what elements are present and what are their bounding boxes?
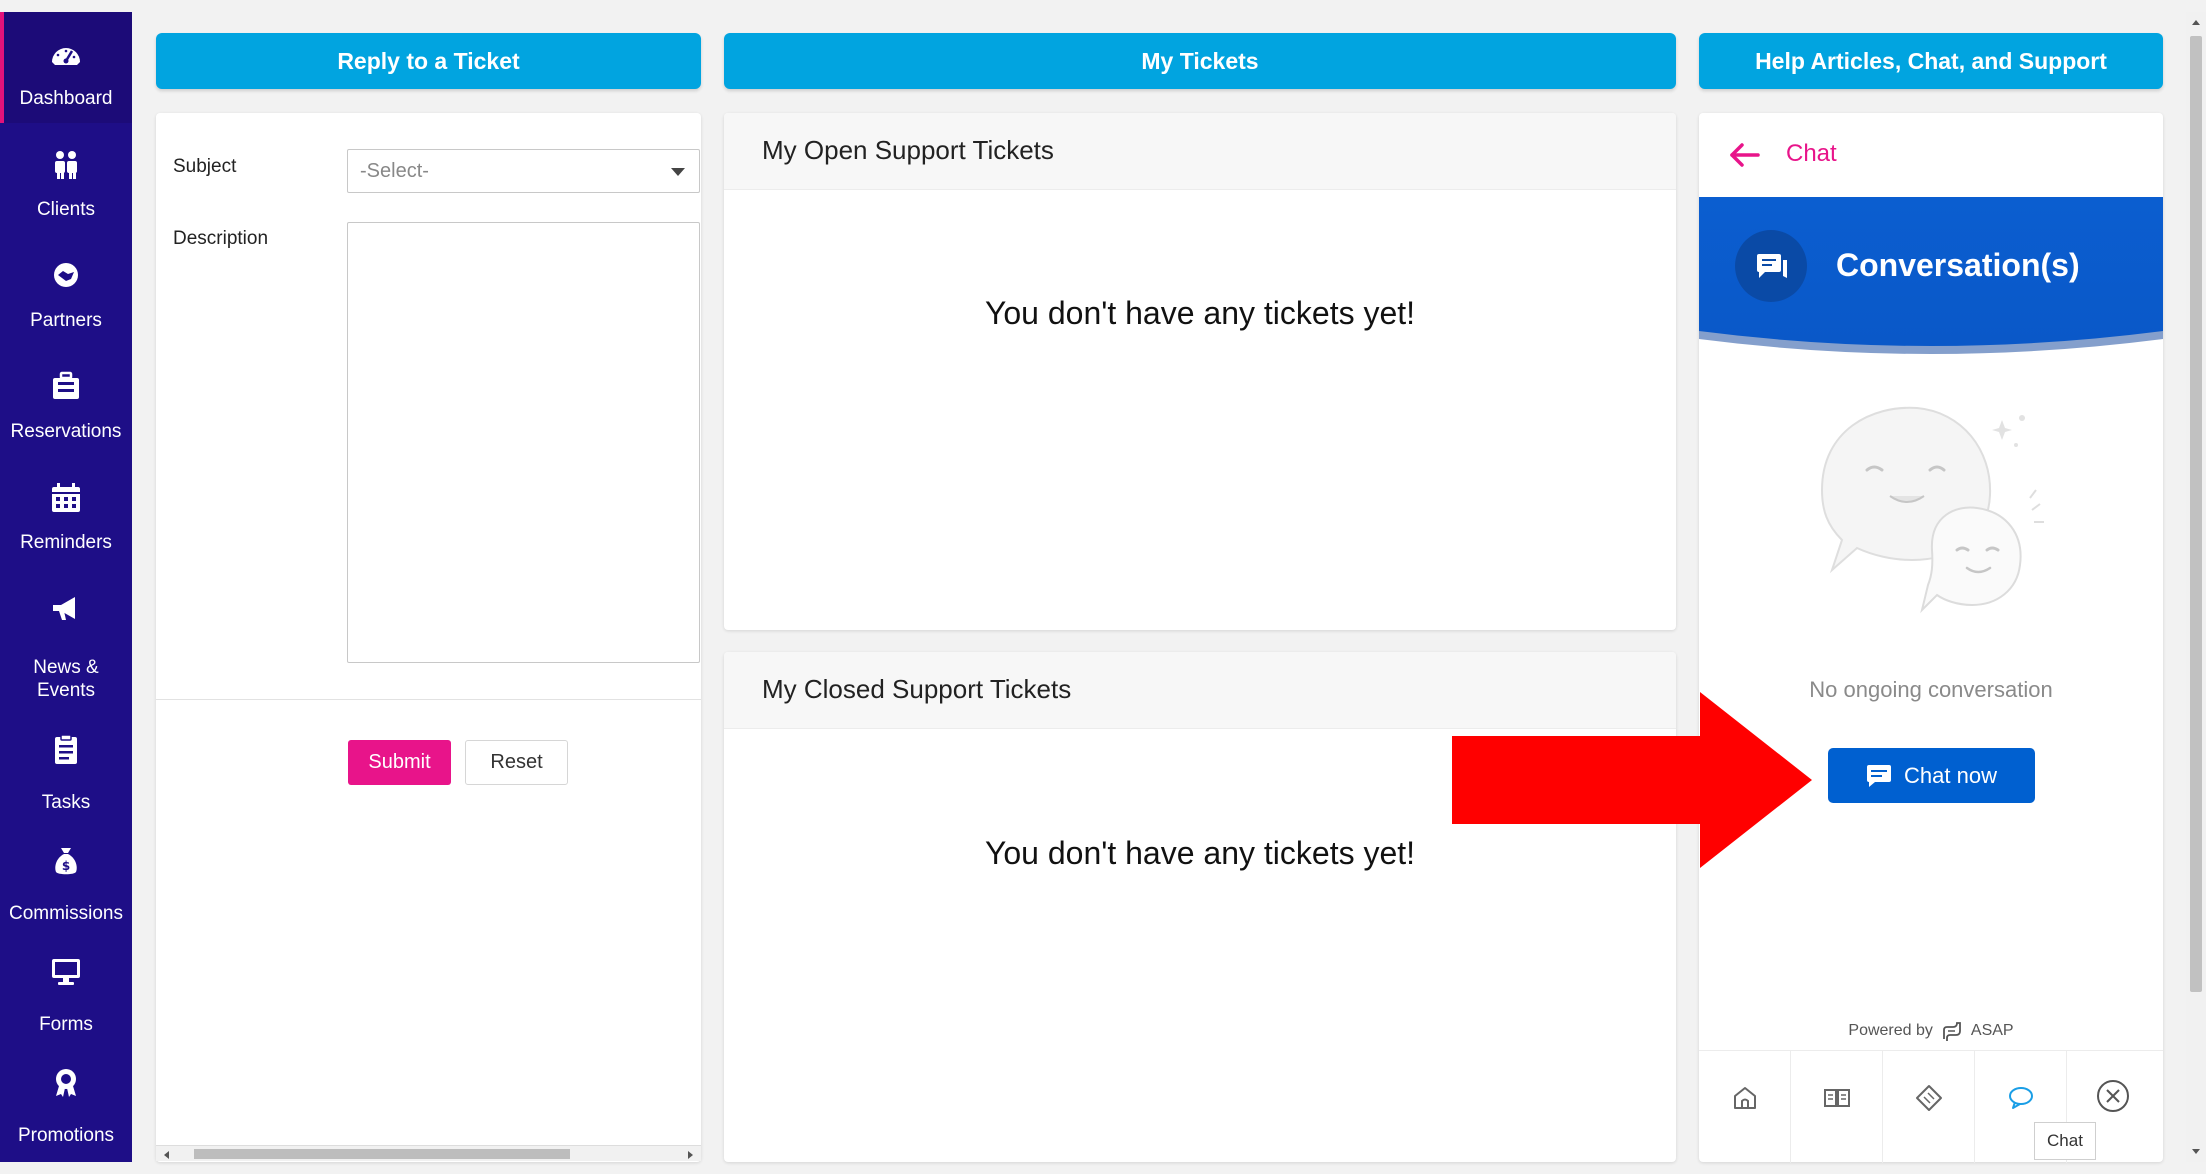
- form-divider: [156, 699, 701, 700]
- sidebar-item-promotions[interactable]: Promotions: [0, 1045, 132, 1156]
- asap-brand: ASAP: [1970, 1022, 2014, 1040]
- award-icon: [56, 1069, 76, 1097]
- sidebar-item-label: Forms: [39, 1014, 93, 1035]
- subject-select[interactable]: -Select-: [347, 149, 700, 193]
- megaphone-icon: [53, 597, 75, 620]
- sidebar-item-tasks[interactable]: Tasks: [0, 712, 132, 823]
- suitcase-icon: [53, 371, 79, 399]
- nav-home[interactable]: [1699, 1051, 1791, 1163]
- svg-text:$: $: [62, 859, 70, 873]
- clipboard-icon: [55, 734, 77, 764]
- red-arrow-annotation-icon: [1452, 692, 1812, 868]
- powered-by-label: Powered by: [1848, 1022, 1933, 1040]
- sidebar-item-label: Reminders: [20, 532, 112, 553]
- chat-bubble-icon: [2009, 1087, 2033, 1109]
- sidebar-item-label: Dashboard: [19, 88, 113, 109]
- arrow-left-icon[interactable]: [1728, 140, 1762, 170]
- subject-select-value: -Select-: [360, 160, 429, 182]
- help-articles-chat-support-button[interactable]: Help Articles, Chat, and Support: [1699, 33, 2163, 89]
- monitor-icon: [52, 959, 80, 985]
- scroll-down-icon[interactable]: [2192, 1149, 2200, 1154]
- sidebar-item-label: Clients: [36, 199, 96, 220]
- open-tickets-header: My Open Support Tickets: [724, 113, 1676, 190]
- conversations-title: Conversation(s): [1836, 247, 2080, 283]
- open-tickets-title: My Open Support Tickets: [762, 135, 1054, 165]
- open-tickets-panel: My Open Support Tickets You don't have a…: [724, 113, 1676, 630]
- money-bag-icon: $: [55, 848, 77, 875]
- sidebar-item-news-events[interactable]: News & Events: [0, 567, 132, 701]
- sidebar-item-dashboard[interactable]: Dashboard: [0, 12, 132, 123]
- subject-label: Subject: [173, 156, 237, 177]
- sidebar-item-label: Reservations: [10, 421, 122, 442]
- chat-now-label: Chat now: [1904, 762, 1997, 788]
- conversations-icon: [1735, 230, 1807, 302]
- submit-button[interactable]: Submit: [348, 740, 451, 785]
- sidebar-item-commissions[interactable]: $ Commissions: [0, 823, 132, 934]
- nav-tickets[interactable]: [1883, 1051, 1975, 1163]
- caret-down-icon: [671, 168, 685, 176]
- closed-tickets-title: My Closed Support Tickets: [762, 674, 1072, 704]
- dashboard-icon: [52, 48, 80, 65]
- description-textarea[interactable]: [347, 222, 700, 663]
- chat-now-button[interactable]: Chat now: [1828, 748, 2035, 803]
- handshake-icon: [54, 263, 78, 287]
- my-tickets-button[interactable]: My Tickets: [724, 33, 1676, 89]
- home-icon: [1734, 1087, 1756, 1109]
- sidebar-item-reservations[interactable]: Reservations: [0, 345, 132, 456]
- powered-by-footer: Powered by ASAP: [1699, 1019, 2163, 1043]
- empty-chat-illustration-icon: [1820, 406, 2044, 614]
- sidebar-item-partners[interactable]: Partners: [0, 234, 132, 345]
- sidebar-item-label: Events: [36, 680, 96, 701]
- scrollbar-thumb[interactable]: [2190, 36, 2202, 992]
- message-icon: [1867, 764, 1892, 787]
- articles-icon: [1824, 1089, 1850, 1107]
- asap-logo-icon: [1943, 1022, 1962, 1041]
- open-tickets-empty-message: You don't have any tickets yet!: [984, 295, 1416, 331]
- sidebar-item-forms[interactable]: Forms: [0, 934, 132, 1045]
- chat-tooltip: Chat: [2034, 1122, 2096, 1160]
- close-circle-icon: [2097, 1080, 2129, 1112]
- scrollbar-thumb[interactable]: [194, 1149, 570, 1159]
- chat-title: Chat: [1786, 140, 1837, 167]
- scroll-up-icon[interactable]: [2192, 20, 2200, 25]
- vertical-scrollbar[interactable]: [2186, 12, 2206, 1162]
- reset-button[interactable]: Reset: [465, 740, 568, 785]
- horizontal-scrollbar[interactable]: [156, 1145, 701, 1161]
- sidebar-item-reminders[interactable]: Reminders: [0, 456, 132, 567]
- ticket-icon: [1916, 1085, 1942, 1111]
- description-label: Description: [173, 228, 269, 249]
- scroll-right-icon[interactable]: [688, 1151, 693, 1159]
- sidebar-item-label: Promotions: [17, 1125, 115, 1146]
- calendar-icon: [52, 483, 80, 512]
- sidebar: Dashboard Clients Partners Reservations: [0, 12, 132, 1162]
- sidebar-item-label: Partners: [30, 310, 102, 331]
- scroll-left-icon[interactable]: [164, 1151, 169, 1159]
- sidebar-item-label: News &: [33, 657, 99, 678]
- people-icon: [55, 151, 77, 179]
- sidebar-item-label: Commissions: [8, 903, 124, 924]
- sidebar-item-clients[interactable]: Clients: [0, 123, 132, 234]
- reply-to-ticket-button[interactable]: Reply to a Ticket: [156, 33, 701, 89]
- nav-articles[interactable]: [1791, 1051, 1883, 1163]
- sidebar-item-label: Tasks: [41, 792, 91, 813]
